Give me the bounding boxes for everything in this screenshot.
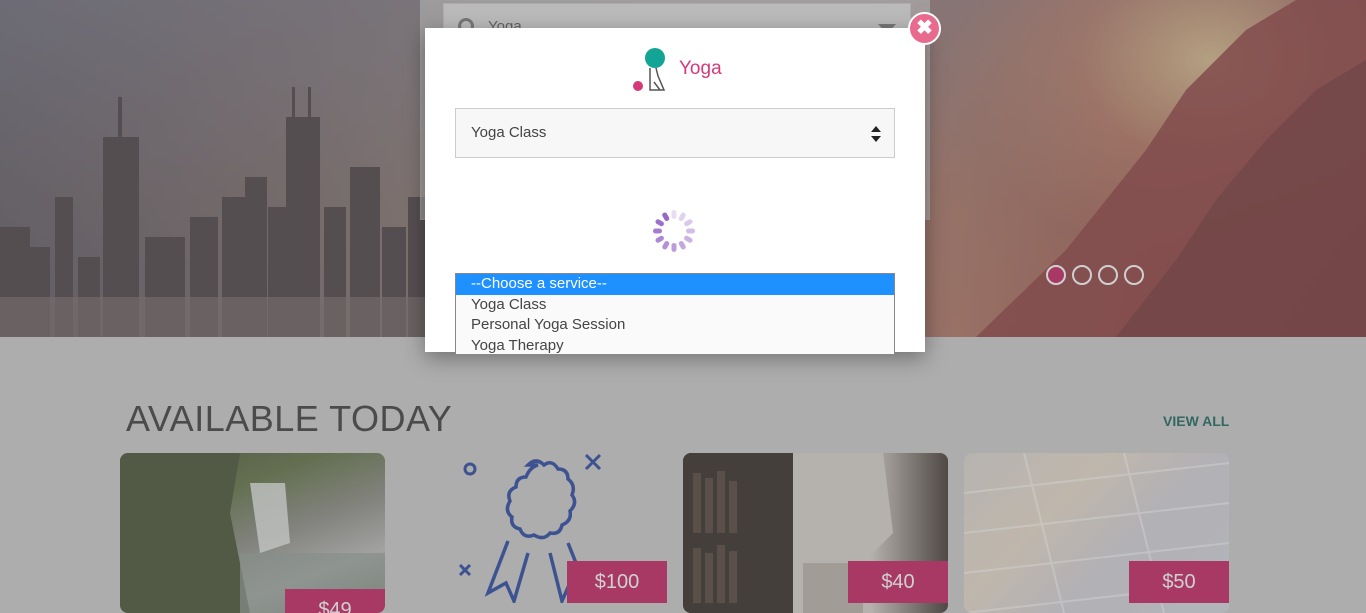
service-option[interactable]: Personal Yoga Session	[456, 315, 894, 336]
booking-modal: Yoga Yoga Class --Choose a service-- Yog…	[425, 28, 925, 355]
loading-spinner-icon	[653, 210, 695, 252]
class-select-value: Yoga Class	[471, 124, 547, 141]
close-icon[interactable]: ✖	[908, 12, 941, 45]
service-option[interactable]: Yoga Class	[456, 295, 894, 316]
class-select[interactable]: Yoga Class	[455, 108, 895, 158]
select-arrows-icon	[871, 126, 881, 142]
service-option[interactable]: Yoga Therapy	[456, 336, 894, 355]
service-select-list[interactable]: --Choose a service-- Yoga Class Personal…	[455, 273, 895, 355]
yoga-logo-icon	[633, 48, 666, 91]
service-option[interactable]: --Choose a service--	[456, 274, 894, 295]
modal-header: Yoga	[425, 46, 925, 96]
modal-title: Yoga	[679, 58, 722, 79]
